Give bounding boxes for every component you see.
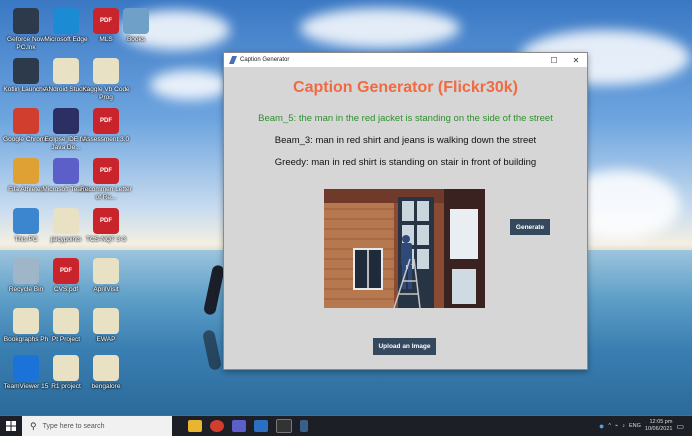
close-button[interactable]: ✕ — [565, 56, 587, 65]
generate-button[interactable]: Generate — [510, 219, 550, 235]
doc-icon — [53, 308, 79, 334]
desktop-icon-label: bengalore — [91, 383, 121, 390]
clock-date: 10/06/2021 — [644, 426, 673, 432]
clock[interactable]: 12:05 pm 10/06/2021 — [645, 419, 673, 433]
desktop-icon-label: Recommen Letter of Re... — [80, 186, 132, 201]
app-title: Caption Generator (Flickr30k) — [293, 79, 518, 96]
beam3-caption: Beam_3: man in red shirt and jeans is wa… — [274, 135, 537, 146]
desktop-icon[interactable]: AprilVisit — [80, 258, 132, 294]
pdf-icon: PDF — [53, 258, 79, 284]
taskbar-search[interactable]: ⚲ Type here to search — [22, 416, 172, 436]
edge-icon — [53, 8, 79, 34]
user-icon — [13, 158, 39, 184]
taskbar: ⚲ Type here to search ● ^ ⌁ ♪ ENG 12:05 … — [0, 416, 692, 436]
desktop-icon-label: TCS-NQT 3-3 — [86, 236, 126, 243]
desktop-icon-label: EWAP — [96, 336, 116, 343]
system-tray: ● ^ ⌁ ♪ ENG 12:05 pm 10/06/2021 ▭ — [599, 416, 684, 436]
doc-icon — [93, 355, 119, 381]
desktop-icon[interactable]: PDF TCS-NQT 3-3 — [80, 208, 132, 244]
chevron-up-icon[interactable]: ^ — [608, 423, 611, 429]
desktop-icon[interactable]: bengalore — [80, 355, 132, 391]
doc-icon — [93, 58, 119, 84]
beam5-caption: Beam_5: the man in the red jacket is sta… — [258, 113, 553, 124]
doc-icon — [53, 208, 79, 234]
pdf-icon: PDF — [93, 208, 119, 234]
doc-icon — [93, 258, 119, 284]
terminal-icon[interactable] — [276, 419, 292, 433]
user-icon[interactable]: ● — [599, 421, 604, 431]
caption-generator-window: Caption Generator ☐ ✕ Caption Generator … — [223, 52, 588, 370]
upload-image-button[interactable]: Upload an Image — [373, 338, 436, 355]
search-placeholder: Type here to search — [42, 422, 105, 430]
eclipse-icon — [53, 108, 79, 134]
language-indicator[interactable]: ENG — [629, 423, 641, 429]
desktop-icon[interactable]: Kaggle Vb Code Prog — [80, 58, 132, 101]
desktop-icon-label: Books — [126, 36, 146, 43]
desktop-icon[interactable]: EWAP — [80, 308, 132, 344]
volume-icon[interactable]: ♪ — [622, 423, 625, 429]
doc-icon — [13, 308, 39, 334]
search-icon: ⚲ — [30, 420, 37, 431]
chrome-icon — [13, 108, 39, 134]
check-icon — [13, 58, 39, 84]
file-explorer-icon[interactable] — [188, 420, 202, 432]
desktop-icon[interactable]: PDF Recommen Letter of Re... — [80, 158, 132, 201]
teamviewer-icon — [13, 355, 39, 381]
maximize-button[interactable]: ☐ — [543, 56, 565, 65]
doc-icon — [53, 58, 79, 84]
doc-icon — [53, 355, 79, 381]
pdf-icon: PDF — [93, 108, 119, 134]
clock-time: 12:05 pm — [649, 419, 673, 425]
uploaded-photo — [324, 189, 485, 308]
doc-icon — [93, 308, 119, 334]
teams-icon — [53, 158, 79, 184]
teams-icon[interactable] — [232, 420, 246, 432]
desktop-icon[interactable]: Books — [110, 8, 162, 44]
start-button[interactable] — [0, 416, 22, 436]
pdf-icon: PDF — [93, 158, 119, 184]
store-icon[interactable] — [254, 420, 268, 432]
python-icon[interactable] — [300, 420, 308, 432]
recycle-icon — [13, 258, 39, 284]
folder-icon — [123, 8, 149, 34]
desktop-icon-label: Kaggle Vb Code Prog — [82, 86, 130, 101]
windows-icon — [6, 421, 16, 431]
desktop-icon-label: AprilVisit — [93, 286, 119, 293]
pc-icon — [13, 208, 39, 234]
notification-icon[interactable]: ▭ — [676, 422, 684, 431]
chrome-icon[interactable] — [210, 420, 224, 432]
window-title: Caption Generator — [240, 57, 290, 63]
nvidia-icon — [13, 8, 39, 34]
feather-icon — [229, 56, 237, 64]
desktop-icon[interactable]: PDF Assessment 3.0 — [80, 108, 132, 144]
window-titlebar: Caption Generator ☐ ✕ — [224, 53, 587, 67]
desktop-icon-label: Assessment 3.0 — [82, 136, 130, 143]
greedy-caption: Greedy: man in red shirt is standing on … — [274, 157, 537, 168]
network-icon[interactable]: ⌁ — [615, 423, 618, 429]
